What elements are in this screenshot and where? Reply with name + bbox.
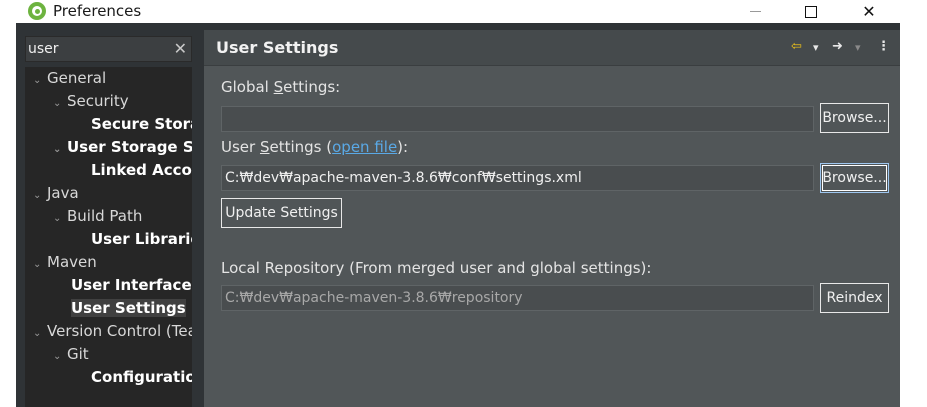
close-button[interactable]: ✕ xyxy=(840,0,898,23)
user-settings-field[interactable]: C:₩dev₩apache-maven-3.8.6₩conf₩settings.… xyxy=(221,165,814,191)
tree-item-version-control[interactable]: ⌄ Version Control (Team) xyxy=(33,320,192,342)
label-mnemonic: S xyxy=(273,78,284,96)
tree-item-label: Build Path xyxy=(67,207,143,225)
tree-item-security[interactable]: ⌄ Security xyxy=(53,90,129,112)
window-title: Preferences xyxy=(53,2,142,20)
clear-filter-icon[interactable]: ✕ xyxy=(174,39,187,59)
minimize-icon xyxy=(749,11,761,12)
tree-item-label: Configuration xyxy=(91,368,192,386)
maximize-button[interactable] xyxy=(782,0,840,23)
label-text: ettings: xyxy=(283,78,341,96)
label-text: User xyxy=(221,138,260,156)
tree-item-secure-storage[interactable]: Secure Storage xyxy=(91,113,192,135)
chevron-down-icon: ⌄ xyxy=(33,75,42,86)
update-settings-button[interactable]: Update Settings xyxy=(221,198,342,228)
title-bar: Preferences ✕ xyxy=(0,0,927,23)
user-browse-button[interactable]: Browse... xyxy=(820,163,889,193)
maximize-icon xyxy=(805,5,817,18)
preference-tree: ⌄ General ⌄ Security Secure Storage ⌄ User … xyxy=(25,67,192,407)
tree-item-linked-accounts[interactable]: Linked Accounts xyxy=(91,159,192,181)
local-repository-label: Local Repository (From merged user and g… xyxy=(221,259,652,277)
minimize-button[interactable] xyxy=(726,0,784,23)
tree-item-label: User Libraries xyxy=(91,230,192,248)
tree-item-label: Java xyxy=(47,184,79,202)
tree-item-label: Version Control (Team) xyxy=(47,322,192,340)
user-settings-label: User Settings (open file): xyxy=(221,138,408,156)
tree-item-label: General xyxy=(47,69,107,87)
local-repository-field: C:₩dev₩apache-maven-3.8.6₩repository xyxy=(221,285,814,311)
tree-item-user-libraries[interactable]: User Libraries xyxy=(91,228,192,250)
menu-icon[interactable]: ⋮ xyxy=(877,39,890,54)
tree-item-maven[interactable]: ⌄ Maven xyxy=(33,251,97,273)
tree-item-build-path[interactable]: ⌄ Build Path xyxy=(53,205,142,227)
back-dropdown-icon[interactable]: ▾ xyxy=(813,41,819,54)
spring-app-icon xyxy=(28,2,46,20)
label-text: ettings ( xyxy=(269,138,333,156)
tree-item-user-interface[interactable]: User Interface xyxy=(71,274,192,296)
preference-page: User Settings ⇦ ▾ ➜ ▾ ⋮ Global Settings:… xyxy=(204,30,900,407)
tree-item-label: Security xyxy=(67,92,129,110)
tree-item-git[interactable]: ⌄ Git xyxy=(53,343,89,365)
global-settings-field[interactable] xyxy=(221,106,814,132)
global-settings-label: Global Settings: xyxy=(221,78,340,96)
tree-item-user-storage-service[interactable]: ⌄ User Storage Service xyxy=(53,136,192,158)
page-title: User Settings xyxy=(216,38,339,57)
chevron-down-icon: ⌄ xyxy=(33,190,42,201)
chevron-down-icon: ⌄ xyxy=(53,351,62,362)
forward-arrow-icon[interactable]: ➜ xyxy=(832,39,843,54)
label-text: ): xyxy=(397,138,409,156)
sash[interactable] xyxy=(192,30,204,407)
tree-item-label: Git xyxy=(67,345,89,363)
tree-item-label: User Interface xyxy=(71,276,192,294)
chevron-down-icon: ⌄ xyxy=(53,98,62,109)
chevron-down-icon: ⌄ xyxy=(53,144,62,155)
open-file-link[interactable]: open file xyxy=(332,138,397,156)
tree-item-label: User Settings xyxy=(71,299,186,317)
tree-item-java[interactable]: ⌄ Java xyxy=(33,182,79,204)
tree-item-label: Secure Storage xyxy=(91,115,192,133)
reindex-button[interactable]: Reindex xyxy=(820,283,889,313)
close-icon: ✕ xyxy=(862,2,876,21)
label-text: Global xyxy=(221,78,274,96)
filter-box: ✕ xyxy=(25,36,192,62)
forward-dropdown-icon[interactable]: ▾ xyxy=(855,41,861,54)
tree-item-configuration[interactable]: Configuration xyxy=(91,366,192,388)
tree-item-user-settings[interactable]: User Settings xyxy=(71,297,186,319)
label-mnemonic: S xyxy=(259,138,270,156)
chevron-down-icon: ⌄ xyxy=(33,328,42,339)
global-browse-button[interactable]: Browse... xyxy=(820,103,889,133)
tree-item-label: Maven xyxy=(47,253,97,271)
page-header: User Settings ⇦ ▾ ➜ ▾ ⋮ xyxy=(204,30,900,66)
tree-item-label: User Storage Service xyxy=(67,138,192,156)
chevron-down-icon: ⌄ xyxy=(53,213,62,224)
back-arrow-icon[interactable]: ⇦ xyxy=(791,39,802,54)
chevron-down-icon: ⌄ xyxy=(33,259,42,270)
tree-item-label: Linked Accounts xyxy=(91,161,192,179)
filter-input[interactable] xyxy=(28,39,168,59)
tree-item-general[interactable]: ⌄ General xyxy=(33,67,106,89)
